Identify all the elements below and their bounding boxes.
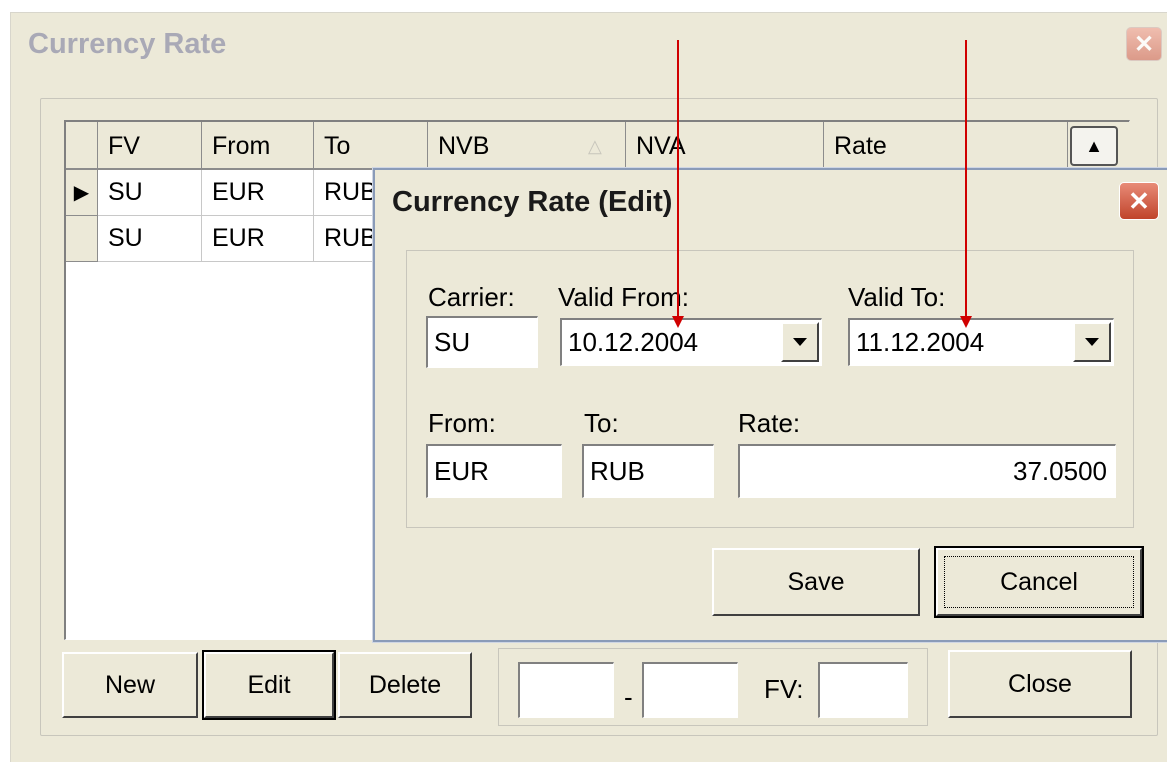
annotation-arrow-line (965, 40, 967, 318)
edit-button[interactable]: Edit (202, 650, 336, 720)
arrow-down-icon (960, 316, 972, 328)
scroll-up-button[interactable]: ▲ (1070, 126, 1118, 166)
column-header-rate[interactable]: Rate (824, 122, 1068, 170)
annotation-arrow-line (677, 40, 679, 318)
to-currency-field[interactable]: RUB (582, 444, 714, 498)
close-button[interactable]: Close (948, 650, 1132, 718)
sort-ascending-icon: △ (588, 136, 602, 156)
save-button[interactable]: Save (712, 548, 920, 616)
rate-label: Rate: (738, 408, 801, 438)
valid-to-label: Valid To: (848, 282, 946, 312)
from-currency-field[interactable]: EUR (426, 444, 562, 498)
table-cell-from[interactable]: EUR (202, 170, 314, 216)
to-label: To: (584, 408, 619, 438)
valid-to-combobox[interactable]: 11.12.2004 (848, 318, 1114, 366)
table-cell-from[interactable]: EUR (202, 216, 314, 262)
dialog-title: Currency Rate (Edit) (392, 186, 673, 218)
delete-button[interactable]: Delete (338, 652, 472, 718)
cancel-button[interactable]: Cancel (934, 546, 1144, 618)
chevron-up-icon: ▲ (1085, 135, 1103, 156)
row-indicator[interactable]: ▶ (66, 170, 98, 216)
column-header-nva[interactable]: NVA (626, 122, 824, 170)
column-header-from[interactable]: From (202, 122, 314, 170)
new-button[interactable]: New (62, 652, 198, 718)
grid-corner (66, 122, 98, 170)
arrow-down-icon (672, 316, 684, 328)
column-header-to[interactable]: To (314, 122, 428, 170)
row-indicator[interactable] (66, 216, 98, 262)
carrier-field[interactable]: SU (426, 316, 538, 368)
current-row-icon: ▶ (73, 182, 90, 204)
focus-rectangle (944, 556, 1134, 608)
from-label: From: (428, 408, 496, 438)
table-cell-fv[interactable]: SU (98, 216, 202, 262)
valid-from-label: Valid From: (558, 282, 689, 312)
close-icon: ✕ (1128, 185, 1150, 216)
valid-to-dropdown-button[interactable] (1073, 322, 1111, 362)
close-icon: ✕ (1133, 30, 1155, 58)
range-to-field[interactable] (642, 662, 738, 718)
column-header-fv[interactable]: FV (98, 122, 202, 170)
carrier-label: Carrier: (428, 282, 515, 312)
table-cell-fv[interactable]: SU (98, 170, 202, 216)
chevron-down-icon (1085, 338, 1099, 346)
range-from-field[interactable] (518, 662, 614, 718)
fv-label: FV: (764, 674, 804, 704)
dialog-close-button[interactable]: ✕ (1119, 182, 1159, 220)
column-header-nvb[interactable]: NVB △ (428, 122, 626, 170)
valid-to-value: 11.12.2004 (856, 327, 985, 357)
rate-field[interactable]: 37.0500 (738, 444, 1116, 498)
valid-from-value: 10.12.2004 (568, 327, 699, 357)
valid-from-combobox[interactable]: 10.12.2004 (560, 318, 822, 366)
chevron-down-icon (793, 338, 807, 346)
window-close-button[interactable]: ✕ (1126, 27, 1162, 61)
range-dash: - (624, 682, 633, 712)
valid-from-dropdown-button[interactable] (781, 322, 819, 362)
window-title: Currency Rate (28, 28, 227, 60)
fv-filter-field[interactable] (818, 662, 908, 718)
